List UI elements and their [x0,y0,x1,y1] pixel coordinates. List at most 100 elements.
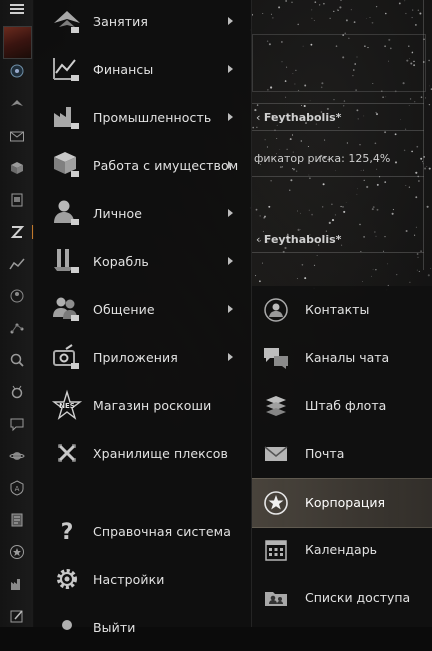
chat-icon[interactable] [8,415,26,433]
star-dot [278,6,281,9]
star-dot [357,118,359,120]
menu-item-plex-vault[interactable]: Хранилище плексов [33,429,251,477]
submenu-item-fleet-hq[interactable]: Штаб флота [252,382,432,430]
submenu-arrow-icon [228,113,233,121]
menu-item-settings[interactable]: Настройки [33,555,251,603]
star-dot [382,96,384,99]
inventory-icon[interactable] [8,159,26,177]
z-icon[interactable] [8,223,34,241]
menu-item-finance[interactable]: Финансы [33,45,251,93]
star-dot [290,179,293,182]
star-dot [357,188,358,190]
planet-icon[interactable] [8,447,26,465]
star-dot [256,104,259,106]
star-dot [371,21,374,24]
star-dot [345,19,348,22]
menu-item-label: Работа с имуществом [93,157,239,173]
map-icon[interactable] [8,319,26,337]
star-dot [366,18,367,20]
star-dot [416,253,419,255]
menu-item-logout[interactable]: Выйти [33,603,251,651]
location-icon[interactable] [8,62,26,80]
industry-icon[interactable] [8,575,26,593]
star-dot [295,170,298,172]
star-dot [369,16,371,18]
notes-icon[interactable] [8,511,26,529]
menu-item-help[interactable]: ? Справочная система [33,507,251,555]
submenu-item-label: Календарь [305,542,377,557]
submenu-item-calendar[interactable]: Календарь [252,526,432,574]
star-dot [417,9,419,11]
star-dot [343,100,346,102]
menu-item-personal[interactable]: Личное [33,189,251,237]
star-dot [394,161,398,164]
menu-item-activities[interactable]: Занятия [33,0,251,45]
people-icon [51,293,83,325]
star-dot [405,12,407,15]
star-dot [408,105,410,107]
menu-item-label: Общение [93,301,155,317]
star-dot [384,131,387,134]
menu-item-label: Финансы [93,61,154,77]
star-dot [333,10,335,13]
bg-pilot-name: ‹ Feythabolis* [256,111,342,124]
submenu-arrow-icon [228,353,233,361]
submenu-item-chat-channels[interactable]: Каналы чата [252,334,432,382]
submenu-item-label: Списки доступа [305,590,411,605]
star-dot [374,231,376,233]
star-dot [313,20,315,22]
star-dot [356,193,358,195]
svg-text:NES: NES [59,402,75,410]
submenu-item-corporation[interactable]: Корпорация [252,478,432,528]
menu-item-luxury-store[interactable]: NES Магазин роскоши [33,381,251,429]
star-dot [417,256,419,258]
submenu-item-contacts[interactable]: Контакты [252,286,432,334]
industry-factory-icon [51,101,83,133]
star-dot [322,206,324,208]
star-dot [281,166,283,168]
wallet-chart-icon[interactable] [8,255,26,273]
edit-icon[interactable] [8,607,26,625]
star-dot [299,228,301,230]
activities-icon[interactable] [8,95,26,113]
star-dot [262,12,264,15]
menu-item-ship[interactable]: Корабль [33,237,251,285]
access-lists-icon [262,584,290,612]
menu-item-industry[interactable]: Промышленность [33,93,251,141]
star-dot [307,145,309,148]
chat-channels-icon [262,344,290,372]
submenu-item-access-lists[interactable]: Списки доступа [252,574,432,622]
fitting-icon[interactable] [8,383,26,401]
submenu-item-mail[interactable]: Почта [252,430,432,478]
menu-item-social[interactable]: Общение [33,285,251,333]
star-dot [353,21,356,23]
star-dot [279,166,282,169]
menu-item-applications[interactable]: Приложения [33,333,251,381]
star-dot [262,230,264,233]
document-icon[interactable] [8,191,26,209]
star-dot [384,235,386,238]
star-dot [313,264,316,267]
star-dot [430,267,432,269]
hamburger-menu-icon[interactable] [8,0,26,18]
star-dot [429,85,430,87]
star-dot [409,98,411,100]
star-dot [331,219,335,222]
star-dot [385,96,387,98]
agency-icon[interactable] [8,287,26,305]
mail-icon[interactable] [8,127,26,145]
star-dot [398,2,401,5]
star-dot [289,189,291,191]
activities-icon [51,5,83,37]
star-dot [400,119,401,120]
menu-item-label: Хранилище плексов [93,445,228,461]
character-portrait[interactable] [3,26,32,59]
star-dot [411,17,413,19]
menu-item-assets[interactable]: Работа с имуществом [33,141,251,189]
search-icon[interactable] [8,351,26,369]
svg-text:A: A [15,485,20,493]
menu-item-label: Выйти [93,619,136,635]
shield-icon[interactable]: A [8,479,26,497]
star-dot [334,214,336,216]
star-icon[interactable] [8,543,26,561]
